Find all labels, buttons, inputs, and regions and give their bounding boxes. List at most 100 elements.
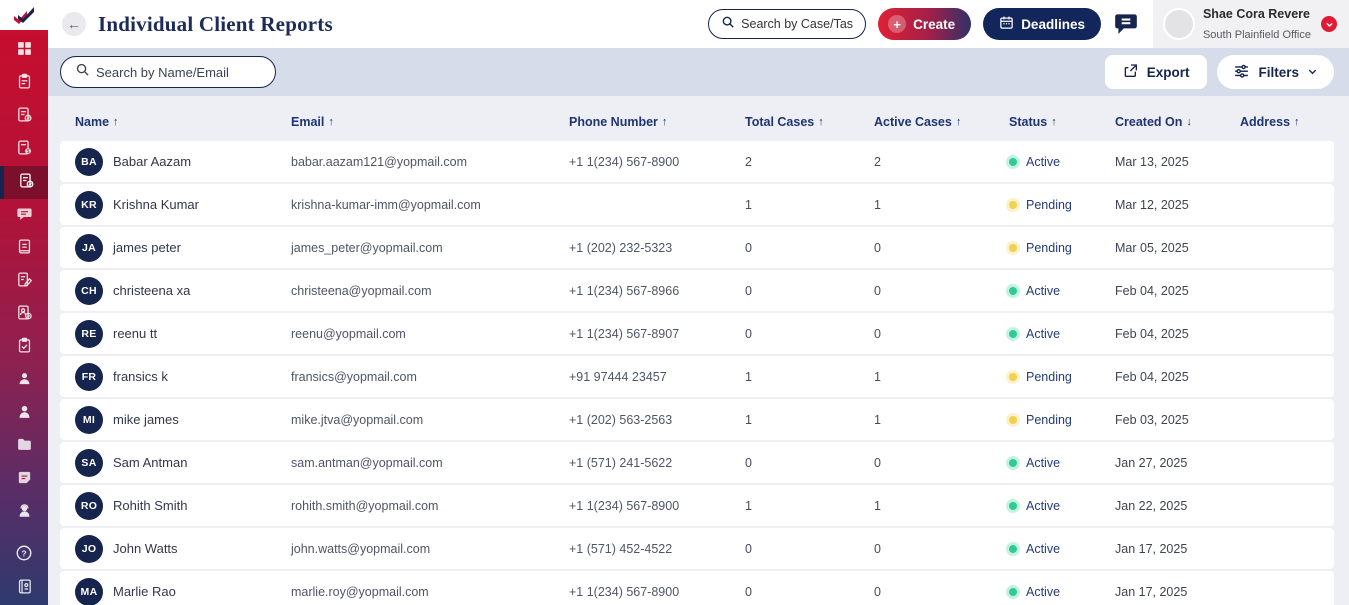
sidebar-item-billing[interactable]: $ — [0, 133, 48, 166]
created-on: Jan 17, 2025 — [1115, 585, 1240, 599]
sidebar-item-client-reports[interactable] — [0, 166, 48, 199]
client-name: Krishna Kumar — [113, 197, 199, 212]
sidebar-item-case-reports[interactable] — [0, 100, 48, 133]
sidebar-item-files[interactable] — [0, 430, 48, 463]
status-badge: Pending — [1009, 241, 1072, 255]
client-phone: +91 97444 23457 — [569, 370, 745, 384]
name-email-search[interactable] — [60, 56, 276, 88]
client-email: babar.aazam121@yopmail.com — [291, 155, 569, 169]
created-on: Feb 04, 2025 — [1115, 370, 1240, 384]
table-row[interactable]: JOJohn Watts john.watts@yopmail.com +1 (… — [60, 528, 1334, 569]
user-name: Shae Cora Revere — [1203, 7, 1310, 21]
table-row[interactable]: SASam Antman sam.antman@yopmail.com +1 (… — [60, 442, 1334, 483]
create-button[interactable]: + Create — [878, 8, 971, 40]
sidebar-item-dashboard[interactable] — [0, 34, 48, 67]
table-row[interactable]: KRKrishna Kumar krishna-kumar-imm@yopmai… — [60, 184, 1334, 225]
sidebar-item-support[interactable] — [0, 496, 48, 529]
document-edit-icon — [16, 271, 33, 293]
status-dot-icon — [1009, 287, 1017, 295]
help-icon: ? — [15, 544, 33, 567]
sort-asc-icon: ↑ — [662, 116, 668, 128]
leads-icon — [16, 403, 33, 425]
sort-asc-icon: ↑ — [1051, 116, 1057, 128]
billing-document-icon: $ — [16, 139, 33, 161]
sidebar-item-notes[interactable] — [0, 463, 48, 496]
column-header-name[interactable]: Name↑ — [75, 115, 291, 129]
client-email: james_peter@yopmail.com — [291, 241, 569, 255]
table-content: Name↑ Email↑ Phone Number↑ Total Cases↑ … — [48, 96, 1349, 605]
sidebar-item-drafting[interactable] — [0, 265, 48, 298]
total-cases: 1 — [745, 198, 874, 212]
table-row[interactable]: JAjames peter james_peter@yopmail.com +1… — [60, 227, 1334, 268]
table-row[interactable]: RORohith Smith rohith.smith@yopmail.com … — [60, 485, 1334, 526]
total-cases: 0 — [745, 585, 874, 599]
active-cases: 0 — [874, 542, 1009, 556]
name-email-search-input[interactable] — [96, 65, 261, 80]
client-phone: +1 1(234) 567-8900 — [569, 499, 745, 513]
sidebar-item-directory[interactable] — [0, 572, 48, 605]
created-on: Jan 22, 2025 — [1115, 499, 1240, 513]
client-email: marlie.roy@yopmail.com — [291, 585, 569, 599]
sidebar-item-documents[interactable] — [0, 232, 48, 265]
client-email: sam.antman@yopmail.com — [291, 456, 569, 470]
total-cases: 0 — [745, 327, 874, 341]
avatar: KR — [75, 191, 103, 219]
active-cases: 2 — [874, 155, 1009, 169]
sidebar-item-help[interactable]: ? — [0, 539, 48, 572]
column-header-email[interactable]: Email↑ — [291, 115, 569, 129]
table-row[interactable]: FRfransics k fransics@yopmail.com +91 97… — [60, 356, 1334, 397]
status-dot-icon — [1009, 416, 1017, 424]
dashboard-grid-icon — [16, 40, 33, 62]
global-search-input[interactable] — [741, 17, 853, 31]
sidebar-item-clients[interactable] — [0, 364, 48, 397]
filters-button[interactable]: Filters — [1217, 55, 1334, 89]
column-header-status[interactable]: Status↑ — [1009, 115, 1115, 129]
table-row[interactable]: CHchristeena xa christeena@yopmail.com +… — [60, 270, 1334, 311]
created-on: Feb 04, 2025 — [1115, 284, 1240, 298]
avatar: MA — [75, 578, 103, 605]
status-dot-icon — [1009, 330, 1017, 338]
status-badge: Active — [1009, 284, 1060, 298]
sidebar-item-client-verification[interactable] — [0, 298, 48, 331]
back-button[interactable]: ← — [62, 12, 86, 36]
search-icon — [75, 62, 90, 82]
app-logo[interactable] — [0, 0, 48, 30]
created-on: Jan 17, 2025 — [1115, 542, 1240, 556]
global-search[interactable] — [708, 9, 866, 39]
avatar: FR — [75, 363, 103, 391]
created-on: Feb 04, 2025 — [1115, 327, 1240, 341]
topbar: ← Individual Client Reports + Create Dea… — [48, 0, 1349, 48]
profile-menu[interactable]: Shae Cora Revere South Plainfield Office — [1153, 0, 1349, 48]
column-header-address[interactable]: Address↑ — [1240, 115, 1334, 129]
column-header-active-cases[interactable]: Active Cases↑ — [874, 115, 1009, 129]
client-email: christeena@yopmail.com — [291, 284, 569, 298]
table-row[interactable]: REreenu tt reenu@yopmail.com +1 1(234) 5… — [60, 313, 1334, 354]
table-row[interactable]: MImike james mike.jtva@yopmail.com +1 (2… — [60, 399, 1334, 440]
column-header-total-cases[interactable]: Total Cases↑ — [745, 115, 874, 129]
chat-button[interactable] — [1113, 10, 1139, 39]
profile-dropdown-badge[interactable] — [1321, 16, 1337, 32]
tasks-clipboard-icon — [16, 73, 33, 95]
active-cases: 1 — [874, 198, 1009, 212]
user-avatar — [1163, 8, 1195, 40]
column-header-created-on[interactable]: Created On↓ — [1115, 115, 1240, 129]
table-row[interactable]: MAMarlie Rao marlie.roy@yopmail.com +1 1… — [60, 571, 1334, 605]
status-badge: Active — [1009, 542, 1060, 556]
sidebar-item-approvals[interactable] — [0, 331, 48, 364]
total-cases: 1 — [745, 370, 874, 384]
active-cases: 1 — [874, 499, 1009, 513]
sidebar-item-leads[interactable] — [0, 397, 48, 430]
created-on: Mar 13, 2025 — [1115, 155, 1240, 169]
export-button[interactable]: Export — [1105, 55, 1208, 89]
sidebar-item-messages[interactable] — [0, 199, 48, 232]
column-header-phone[interactable]: Phone Number↑ — [569, 115, 745, 129]
client-phone: +1 (571) 452-4522 — [569, 542, 745, 556]
approvals-clipboard-icon — [16, 337, 33, 359]
table-header: Name↑ Email↑ Phone Number↑ Total Cases↑ … — [60, 106, 1334, 141]
active-cases: 1 — [874, 370, 1009, 384]
table-row[interactable]: BABabar Aazam babar.aazam121@yopmail.com… — [60, 141, 1334, 182]
deadlines-button[interactable]: Deadlines — [983, 8, 1101, 40]
sidebar-item-tasks[interactable] — [0, 67, 48, 100]
active-cases: 0 — [874, 284, 1009, 298]
active-cases: 0 — [874, 327, 1009, 341]
